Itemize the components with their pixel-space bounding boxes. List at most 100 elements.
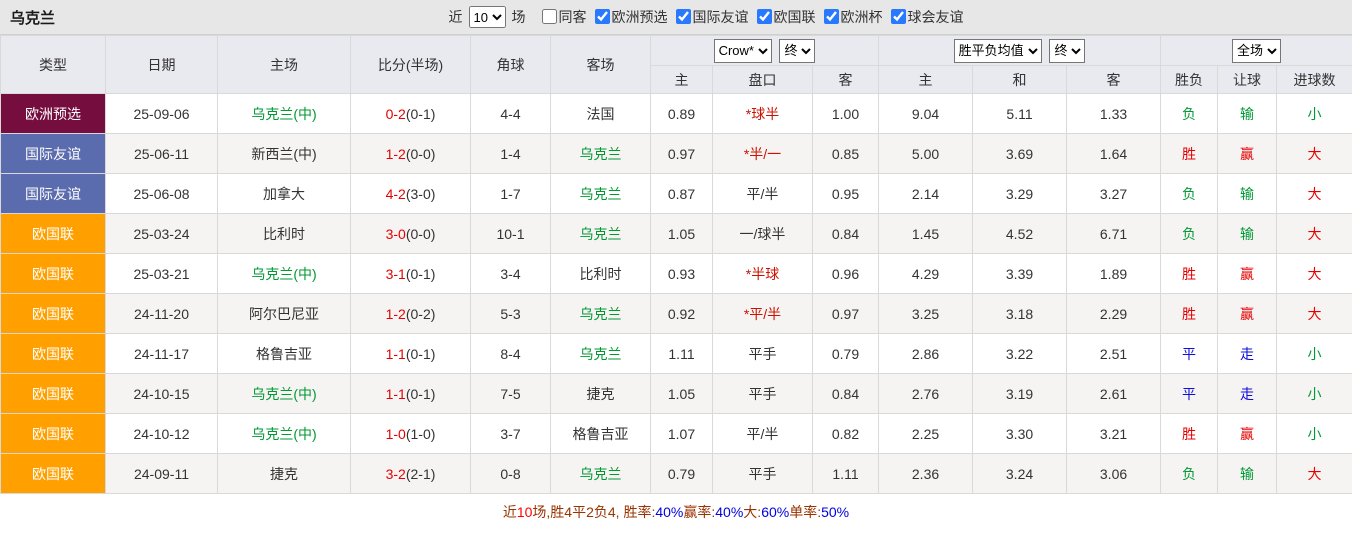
europe-odds-type-select[interactable]: 胜平负均值	[954, 39, 1042, 63]
result-goals: 小	[1277, 94, 1352, 134]
match-date: 25-06-08	[106, 174, 218, 214]
away-team: 乌克兰	[551, 294, 651, 334]
half-score: (0-2)	[406, 306, 436, 322]
score: 4-2(3-0)	[351, 174, 471, 214]
col-asia-home: 主	[651, 66, 713, 94]
result-goals: 大	[1277, 214, 1352, 254]
col-handicap-result: 让球	[1218, 66, 1277, 94]
full-score: 4-2	[386, 186, 406, 202]
summary-segment: 场,胜4平2负4, 胜率:	[532, 502, 655, 522]
away-team: 乌克兰	[551, 174, 651, 214]
col-eu-away: 客	[1067, 66, 1161, 94]
table-row: 欧国联24-09-11捷克3-2(2-1)0-8乌克兰0.79平手1.112.3…	[1, 454, 1352, 494]
match-date: 25-06-11	[106, 134, 218, 174]
result-handicap: 赢	[1218, 254, 1277, 294]
table-header: 类型 日期 主场 比分(半场) 角球 客场 Crow* 终 胜平负均值	[1, 36, 1352, 94]
europe-away-odds: 2.29	[1067, 294, 1161, 334]
match-table: 类型 日期 主场 比分(半场) 角球 客场 Crow* 终 胜平负均值	[0, 35, 1352, 494]
result-winloss: 平	[1161, 374, 1218, 414]
asia-handicap: *半球	[713, 254, 813, 294]
score: 3-0(0-0)	[351, 214, 471, 254]
filter-label: 欧洲杯	[841, 7, 883, 27]
asia-away-odds: 1.00	[813, 94, 879, 134]
asia-away-odds: 0.82	[813, 414, 879, 454]
asia-home-odds: 1.05	[651, 214, 713, 254]
asia-away-odds: 0.84	[813, 374, 879, 414]
score: 3-2(2-1)	[351, 454, 471, 494]
result-scope-select[interactable]: 全场	[1232, 39, 1281, 63]
asia-handicap: 平/半	[713, 414, 813, 454]
filter-label: 欧洲预选	[612, 7, 668, 27]
filter-checkbox[interactable]	[824, 9, 839, 24]
europe-draw-odds: 3.69	[973, 134, 1067, 174]
odds-company-select[interactable]: Crow*	[714, 39, 772, 63]
match-date: 24-11-20	[106, 294, 218, 334]
col-type: 类型	[1, 36, 106, 94]
half-score: (3-0)	[406, 186, 436, 202]
filter-checkbox[interactable]	[676, 9, 691, 24]
full-score: 3-2	[386, 466, 406, 482]
score: 0-2(0-1)	[351, 94, 471, 134]
filter-checkbox[interactable]	[891, 9, 906, 24]
asia-home-odds: 0.89	[651, 94, 713, 134]
europe-odds-time-select[interactable]: 终	[1049, 39, 1085, 63]
table-row: 欧国联24-11-17格鲁吉亚1-1(0-1)8-4乌克兰1.11平手0.792…	[1, 334, 1352, 374]
match-rows: 欧洲预选25-09-06乌克兰(中)0-2(0-1)4-4法国0.89*球半1.…	[1, 94, 1352, 494]
half-score: (1-0)	[406, 426, 436, 442]
filter-label: 国际友谊	[693, 7, 749, 27]
result-goals: 大	[1277, 454, 1352, 494]
competition-filter[interactable]: 欧洲杯	[824, 7, 883, 27]
result-winloss: 胜	[1161, 134, 1218, 174]
summary-segment: 50%	[821, 504, 849, 520]
asia-away-odds: 1.11	[813, 454, 879, 494]
asia-away-odds: 0.85	[813, 134, 879, 174]
result-winloss: 负	[1161, 94, 1218, 134]
corner-score: 1-4	[471, 134, 551, 174]
away-team: 乌克兰	[551, 454, 651, 494]
filter-checkbox[interactable]	[542, 9, 557, 24]
col-away: 客场	[551, 36, 651, 94]
filter-checkbox[interactable]	[757, 9, 772, 24]
asia-away-odds: 0.84	[813, 214, 879, 254]
competition-filter[interactable]: 同客	[542, 7, 587, 27]
europe-away-odds: 6.71	[1067, 214, 1161, 254]
europe-away-odds: 3.06	[1067, 454, 1161, 494]
europe-home-odds: 3.25	[879, 294, 973, 334]
half-score: (0-0)	[406, 226, 436, 242]
asia-odds-time-select[interactable]: 终	[779, 39, 815, 63]
competition-type: 欧洲预选	[1, 94, 106, 134]
asia-away-odds: 0.97	[813, 294, 879, 334]
filter-checkbox[interactable]	[595, 9, 610, 24]
competition-type: 欧国联	[1, 334, 106, 374]
corner-score: 1-7	[471, 174, 551, 214]
home-team: 捷克	[218, 454, 351, 494]
asia-home-odds: 0.79	[651, 454, 713, 494]
field-label: 场	[512, 7, 526, 27]
match-count-select[interactable]: 10	[469, 6, 506, 28]
europe-away-odds: 1.33	[1067, 94, 1161, 134]
asia-handicap: 平/半	[713, 174, 813, 214]
full-score: 1-0	[386, 426, 406, 442]
europe-draw-odds: 3.24	[973, 454, 1067, 494]
competition-filter[interactable]: 国际友谊	[676, 7, 749, 27]
half-score: (0-1)	[406, 106, 436, 122]
corner-score: 0-8	[471, 454, 551, 494]
match-date: 24-10-12	[106, 414, 218, 454]
match-date: 24-11-17	[106, 334, 218, 374]
col-score: 比分(半场)	[351, 36, 471, 94]
col-eu-draw: 和	[973, 66, 1067, 94]
europe-home-odds: 2.36	[879, 454, 973, 494]
col-asia-away: 客	[813, 66, 879, 94]
half-score: (2-1)	[406, 466, 436, 482]
home-team: 阿尔巴尼亚	[218, 294, 351, 334]
competition-filter[interactable]: 欧国联	[757, 7, 816, 27]
col-goals: 进球数	[1277, 66, 1352, 94]
table-row: 国际友谊25-06-08加拿大4-2(3-0)1-7乌克兰0.87平/半0.95…	[1, 174, 1352, 214]
competition-filter[interactable]: 欧洲预选	[595, 7, 668, 27]
competition-filter[interactable]: 球会友谊	[891, 7, 964, 27]
full-score: 3-0	[386, 226, 406, 242]
europe-draw-odds: 3.22	[973, 334, 1067, 374]
competition-type: 欧国联	[1, 254, 106, 294]
col-eu-home: 主	[879, 66, 973, 94]
away-team: 乌克兰	[551, 334, 651, 374]
